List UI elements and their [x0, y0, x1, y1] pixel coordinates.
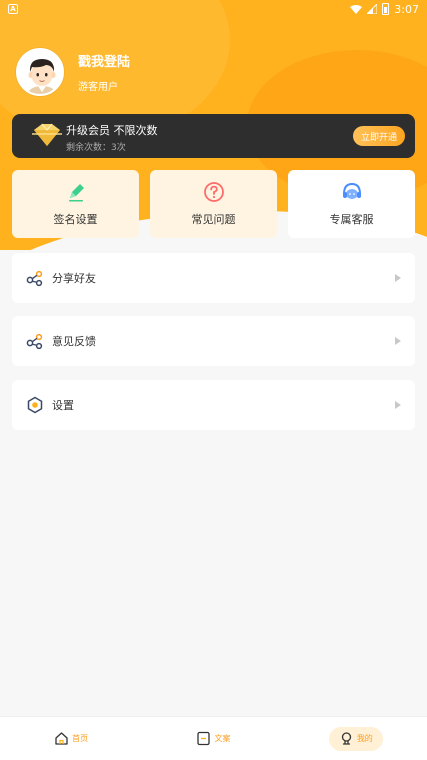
vip-title: 升级会员 不限次数: [66, 124, 158, 137]
chevron-right-icon: [395, 337, 401, 345]
nav-home-label: 首页: [72, 734, 89, 743]
diamond-icon: [32, 123, 62, 146]
avatar-illustration: [18, 50, 62, 94]
signal-icon: [367, 4, 378, 14]
nav-copywriting[interactable]: 文案: [186, 727, 240, 751]
document-icon: [197, 731, 211, 746]
pencil-icon: [68, 184, 84, 202]
menu-item-share[interactable]: 分享好友: [12, 253, 415, 303]
activate-vip-button[interactable]: 立即开通: [353, 126, 405, 146]
vip-remaining-count: 剩余次数：3次: [66, 143, 126, 153]
profile-section[interactable]: 戳我登陆 游客用户: [16, 48, 130, 96]
feedback-icon: [26, 333, 43, 350]
nav-copywriting-label: 文案: [214, 734, 231, 743]
vip-upgrade-card[interactable]: 升级会员 不限次数 剩余次数：3次 立即开通: [12, 114, 415, 158]
signature-settings-label: 签名设置: [53, 213, 98, 226]
chevron-right-icon: [395, 274, 401, 282]
customer-service-button[interactable]: 专属客服: [288, 170, 415, 238]
question-icon: [203, 182, 224, 202]
share-icon: [26, 270, 43, 287]
menu-label-feedback: 意见反馈: [52, 335, 96, 348]
settings-icon: [27, 396, 43, 414]
nav-mine-label: 我的: [356, 734, 373, 743]
faq-label: 常见问题: [191, 213, 236, 226]
app-notification-icon: A: [8, 4, 18, 14]
home-icon: [55, 732, 68, 745]
status-bar: A 3:07: [0, 0, 427, 18]
quick-actions: 签名设置 常见问题 专属客服: [12, 170, 415, 238]
menu-item-feedback[interactable]: 意见反馈: [12, 316, 415, 366]
nav-mine[interactable]: 我的: [328, 726, 383, 751]
battery-icon: [382, 3, 390, 15]
user-type-label: 游客用户: [78, 82, 118, 93]
menu-label-share: 分享好友: [52, 272, 96, 285]
menu-label-settings: 设置: [52, 399, 74, 412]
nav-home[interactable]: 首页: [44, 727, 98, 751]
status-time: 3:07: [394, 2, 419, 16]
login-prompt[interactable]: 戳我登陆: [78, 51, 130, 70]
customer-service-label: 专属客服: [329, 213, 374, 226]
avatar[interactable]: [16, 48, 64, 96]
chevron-right-icon: [395, 401, 401, 409]
faq-button[interactable]: 常见问题: [150, 170, 277, 238]
bottom-navigation: 首页 文案 我的: [0, 716, 427, 760]
signature-settings-button[interactable]: 签名设置: [12, 170, 139, 238]
headset-icon: [342, 182, 361, 199]
profile-icon: [341, 732, 351, 745]
wifi-icon: [350, 4, 363, 14]
menu-item-settings[interactable]: 设置: [12, 380, 415, 430]
